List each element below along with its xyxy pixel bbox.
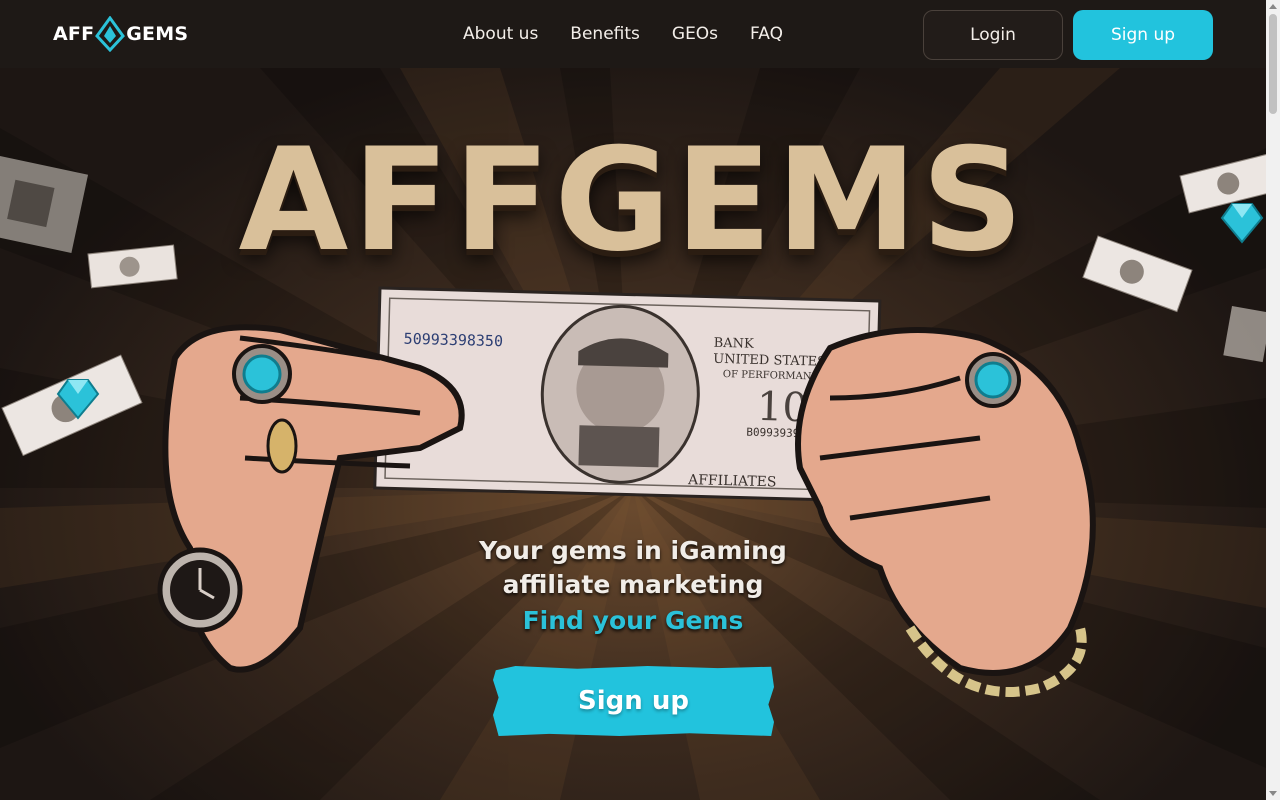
hero-signup-button[interactable]: Sign up <box>493 666 774 736</box>
right-ring-gem-icon <box>974 361 1012 399</box>
left-ring-gem-icon <box>242 354 282 394</box>
hero-tagline-accent: Find your Gems <box>522 606 744 635</box>
banknote-bank-line2: UNITED STATES <box>713 352 826 370</box>
gem-icon-right <box>1220 203 1264 244</box>
hero-tagline-line2: affiliate marketing <box>502 570 764 599</box>
nav-about-us[interactable]: About us <box>463 22 538 46</box>
banknote-serial: 50993398350 <box>403 330 503 351</box>
logo-text-left: AFF <box>53 23 95 45</box>
hero-tagline: Your gems in iGaming affiliate marketing <box>0 534 1266 602</box>
main-nav: About us Benefits GEOs FAQ <box>463 22 783 46</box>
diamond-logo-icon <box>95 16 126 52</box>
site-header: AFF GEMS About us Benefits GEOs FAQ Logi… <box>0 0 1266 68</box>
logo[interactable]: AFF GEMS <box>53 16 188 52</box>
gold-ring <box>266 418 298 474</box>
flying-banknote-left-top <box>0 156 89 253</box>
flying-banknote-left-small <box>87 244 178 289</box>
banknote-affiliates-label: AFFILIATES <box>687 472 777 490</box>
logo-text-right: GEMS <box>126 23 189 45</box>
nav-faq[interactable]: FAQ <box>750 22 783 46</box>
scroll-up-arrow-icon[interactable] <box>1269 4 1277 9</box>
hero-tagline-line1: Your gems in iGaming <box>479 536 787 565</box>
nav-benefits[interactable]: Benefits <box>570 22 640 46</box>
hero-section: AFFGEMS 50993398350 BANK UNITED STATES O… <box>0 68 1266 800</box>
header-signup-button[interactable]: Sign up <box>1073 10 1213 60</box>
scroll-thumb[interactable] <box>1269 14 1277 114</box>
page-scrollbar[interactable] <box>1266 0 1280 800</box>
nav-geos[interactable]: GEOs <box>672 22 718 46</box>
flying-banknote-right-edge <box>1223 306 1266 363</box>
right-hand-illustration <box>795 327 1096 697</box>
login-button[interactable]: Login <box>923 10 1063 60</box>
banknote-bank-line1: BANK <box>713 336 754 352</box>
scroll-down-arrow-icon[interactable] <box>1269 791 1277 796</box>
flying-banknote-right-mid <box>1082 235 1193 313</box>
